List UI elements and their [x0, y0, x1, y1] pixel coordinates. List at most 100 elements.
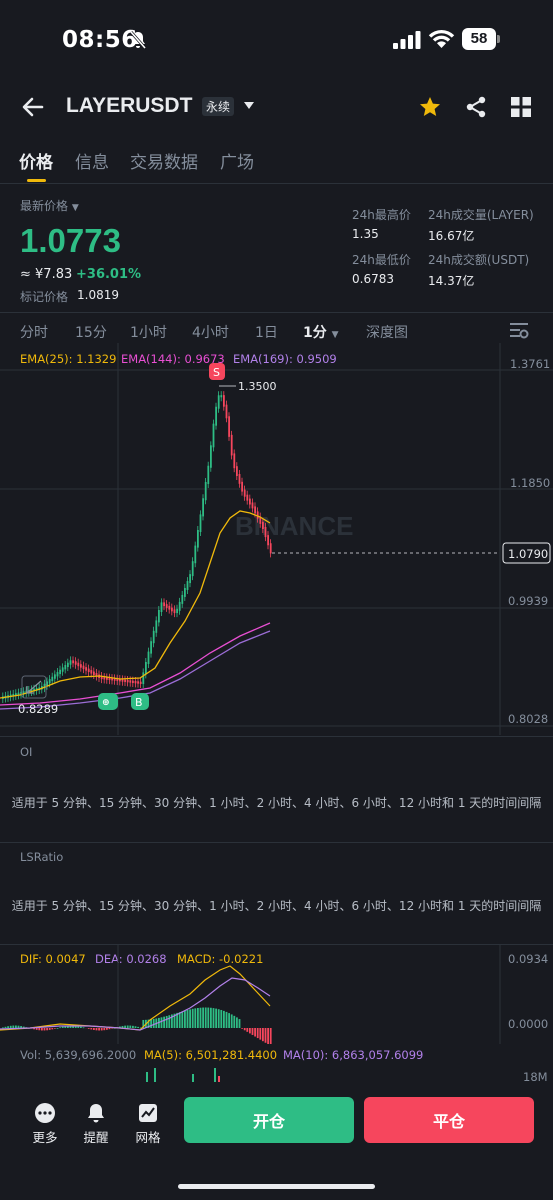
macd-bar — [243, 1028, 246, 1031]
macd-bar — [194, 1008, 197, 1028]
caret-down-icon: ▼ — [71, 203, 79, 213]
macd-bar — [236, 1017, 238, 1028]
favorite-star-icon[interactable] — [418, 95, 442, 119]
grid-label: 网格 — [135, 1130, 161, 1145]
macd-bar — [264, 1028, 267, 1043]
tab-square[interactable]: 广场 — [220, 148, 254, 173]
price-change: +36.01% — [76, 267, 142, 282]
candle-body — [90, 670, 93, 674]
candle-body — [54, 674, 56, 679]
mark-price-label: 标记价格 — [20, 290, 69, 304]
candle-body — [251, 502, 254, 509]
macd-bar — [165, 1015, 168, 1028]
alert-button[interactable]: 提醒 — [76, 1102, 116, 1146]
macd-bar — [228, 1013, 230, 1028]
tab-trading-data[interactable]: 交易数据 — [130, 148, 198, 173]
tab-info[interactable]: 信息 — [75, 148, 109, 173]
volume-ma5: MA(5): 6,501,281.4400 — [144, 1048, 278, 1062]
price-cny: ≈ ¥7.83 — [20, 267, 73, 282]
wifi-icon — [428, 29, 455, 48]
interval-1m[interactable]: 1分 ▼ — [303, 322, 339, 342]
interval-4h[interactable]: 4小时 — [192, 322, 229, 342]
latest-price-label[interactable]: 最新价格 ▼ — [20, 197, 79, 214]
macd-bar — [150, 1019, 152, 1028]
lsratio-note: 适用于 5 分钟、15 分钟、30 分钟、1 小时、2 小时、4 小时、6 小时… — [11, 899, 542, 913]
buy-signal-text: B — [135, 696, 143, 709]
open-position-button[interactable]: 开仓 — [184, 1097, 354, 1143]
interval-1d[interactable]: 1日 — [255, 322, 278, 342]
caret-down-icon[interactable] — [243, 101, 255, 111]
macd-bar — [152, 1018, 155, 1028]
macd-bar — [7, 1026, 9, 1028]
bell-icon — [88, 1104, 104, 1123]
candle-body — [220, 395, 223, 398]
macd-bar — [38, 1028, 41, 1031]
macd-bar — [126, 1025, 129, 1028]
macd-bar — [220, 1009, 223, 1028]
high-24h-label: 24h最高价 — [352, 208, 411, 222]
candle-body — [150, 641, 152, 654]
interval-line[interactable]: 分时 — [20, 322, 48, 342]
macd-bar — [251, 1028, 254, 1035]
candle-body — [85, 667, 87, 671]
candle-body — [147, 651, 150, 664]
candle-body — [59, 669, 61, 675]
candle-body — [129, 680, 132, 683]
grid-trading-icon — [139, 1104, 157, 1122]
interval-1h[interactable]: 1小时 — [130, 322, 167, 342]
macd-y-zero: 0.0000 — [508, 1017, 548, 1031]
chart-settings-icon[interactable] — [509, 322, 529, 340]
macd-bar — [259, 1028, 262, 1040]
interval-1m-label: 1分 — [303, 325, 327, 341]
home-indicator — [178, 1184, 375, 1189]
price-chart[interactable]: BINANCE 1.3500 S ⊕ B 0.8289 1.3761 1.185… — [0, 343, 553, 735]
candle-body — [210, 445, 212, 468]
share-icon[interactable] — [464, 95, 488, 119]
macd-bar — [90, 1028, 93, 1030]
tab-price[interactable]: 价格 — [19, 148, 53, 173]
symbol-title[interactable]: LAYERUSDT — [66, 94, 192, 118]
candle-body — [171, 607, 173, 612]
candle-body — [145, 662, 147, 675]
candle-body — [173, 609, 176, 614]
macd-bar — [9, 1025, 12, 1028]
bell-muted-icon — [129, 31, 147, 49]
macd-bar — [238, 1019, 241, 1028]
candle-body — [103, 677, 106, 680]
candle-body — [87, 668, 90, 673]
macd-bar — [262, 1028, 264, 1042]
macd-bar — [163, 1016, 165, 1028]
more-button[interactable]: 更多 — [25, 1102, 65, 1146]
candle-body — [176, 608, 178, 614]
candle-body — [69, 660, 72, 665]
caret-down-icon: ▼ — [331, 330, 339, 340]
macd-bar — [17, 1025, 20, 1028]
grid-button[interactable]: 网格 — [128, 1102, 168, 1146]
close-position-button[interactable]: 平仓 — [364, 1097, 534, 1143]
candle-body — [228, 416, 230, 437]
candle-body — [262, 521, 264, 529]
candle-body — [51, 676, 54, 682]
macd-bar — [134, 1026, 137, 1028]
candle-body — [142, 672, 145, 684]
candle-body — [197, 530, 199, 548]
candle-body — [72, 660, 74, 664]
svg-text:⊕: ⊕ — [102, 698, 110, 708]
candle-body — [80, 664, 82, 668]
amount-24h-label: 24h成交额(USDT) — [428, 253, 530, 267]
interval-depth[interactable]: 深度图 — [366, 322, 408, 342]
lsratio-title: LSRatio — [20, 850, 64, 864]
candle-body — [61, 667, 64, 672]
interval-15m[interactable]: 15分 — [75, 322, 107, 342]
macd-bar — [87, 1028, 90, 1029]
mark-price-value: 1.0819 — [77, 288, 119, 302]
battery-level: 58 — [470, 30, 488, 47]
back-arrow-icon[interactable] — [20, 94, 46, 120]
grid-menu-icon[interactable] — [510, 96, 532, 118]
volume-24h-value: 16.67亿 — [428, 229, 475, 243]
macd-y-top: 0.0934 — [508, 952, 548, 966]
macd-bar — [181, 1011, 184, 1028]
more-icon — [35, 1103, 55, 1123]
candle-body — [64, 665, 67, 670]
volume-ma10: MA(10): 6,863,057.6099 — [283, 1048, 424, 1062]
